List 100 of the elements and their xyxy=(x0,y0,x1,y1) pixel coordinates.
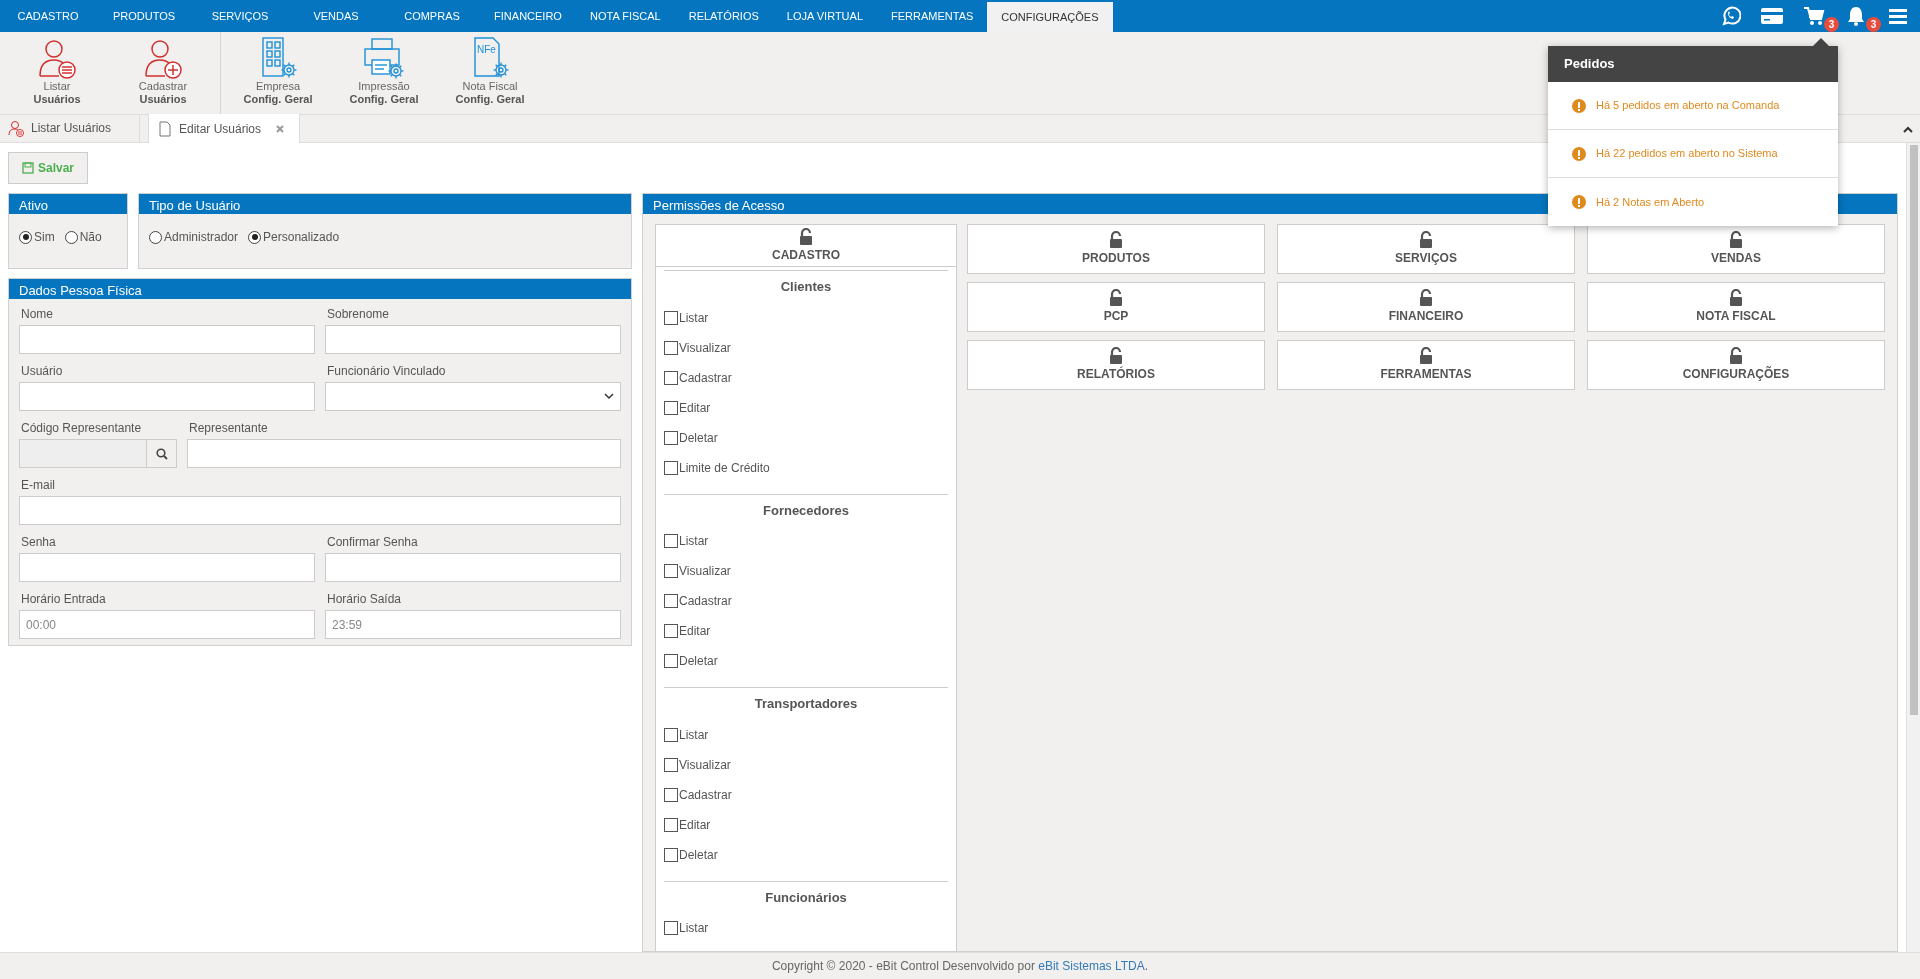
open-lock-icon xyxy=(1418,231,1434,249)
footer-text: Copyright © 2020 - eBit Control Desenvolvido por eBit Sistemas LTDA. xyxy=(771,958,1149,975)
checkbox-option[interactable]: Limite de Crédito xyxy=(664,452,770,483)
module-button[interactable]: NOTA FISCAL xyxy=(1587,282,1885,332)
toolbar-button[interactable]: Cadastrar Usuários xyxy=(110,32,216,114)
checkbox-option[interactable]: Listar xyxy=(664,719,709,750)
menu-tab[interactable]: FINANCEIRO xyxy=(480,0,576,32)
module-button[interactable]: SERVIÇOS xyxy=(1277,224,1575,274)
input-field[interactable] xyxy=(19,439,147,468)
open-lock-icon xyxy=(1728,347,1744,365)
whatsapp-icon[interactable] xyxy=(1719,5,1741,27)
radio-option[interactable]: Administrador xyxy=(149,228,239,246)
printer-gear-icon xyxy=(362,36,406,80)
input-field[interactable]: 23:59 xyxy=(325,610,621,639)
menu-tab[interactable]: FERRAMENTAS xyxy=(877,0,988,32)
warning-icon xyxy=(1572,146,1586,161)
menu-tab[interactable]: CONFIGURAÇÕES xyxy=(987,2,1113,32)
checkbox-option[interactable]: Editar xyxy=(664,392,711,423)
scrollbar[interactable] xyxy=(1906,143,1920,952)
toolbar-button[interactable]: Listar Usuários xyxy=(4,32,110,114)
company-link[interactable]: eBit Sistemas LTDA xyxy=(1038,959,1145,973)
checkbox-option[interactable]: Cadastrar xyxy=(664,779,732,810)
module-button[interactable]: PCP xyxy=(967,282,1265,332)
group-title: Funcionários xyxy=(764,888,848,907)
radio-option[interactable]: Personalizado xyxy=(248,228,340,246)
field-label: Horário Entrada xyxy=(20,591,107,608)
input-field[interactable] xyxy=(325,325,621,354)
credit-card-icon[interactable] xyxy=(1760,5,1784,27)
caret-icon xyxy=(604,393,614,400)
menu-tab[interactable]: RELATÓRIOS xyxy=(674,0,773,32)
menu-tab[interactable]: SERVIÇOS xyxy=(192,0,288,32)
module-button[interactable]: FERRAMENTAS xyxy=(1277,340,1575,390)
select-field[interactable] xyxy=(325,382,621,411)
menu-tab[interactable]: COMPRAS xyxy=(384,0,480,32)
checkbox-option[interactable]: Listar xyxy=(664,302,709,333)
field-label: Código Representante xyxy=(20,420,143,437)
checkbox-option[interactable]: Visualizar xyxy=(664,556,731,586)
toolbar-button[interactable]: NFe Nota Fiscal Config. Geral xyxy=(437,32,543,114)
radio-option[interactable]: Sim xyxy=(19,228,55,246)
menu-tab[interactable]: LOJA VIRTUAL xyxy=(772,0,877,32)
open-lock-icon xyxy=(1418,347,1434,365)
open-lock-icon xyxy=(1108,347,1124,365)
menu-tab[interactable]: CADASTRO xyxy=(0,0,96,32)
panel-header: Dados Pessoa Física xyxy=(9,279,631,299)
toolbar-button[interactable]: Impressão Config. Geral xyxy=(331,32,437,114)
field-label: Nome xyxy=(20,306,54,323)
checkbox-option[interactable]: Editar xyxy=(664,809,711,840)
open-lock-icon xyxy=(798,227,814,246)
checkbox-option[interactable]: Deletar xyxy=(664,646,718,676)
menu-tab[interactable]: PRODUTOS xyxy=(96,0,192,32)
field-label: Horário Saída xyxy=(326,591,403,608)
menu-tab[interactable]: VENDAS xyxy=(288,0,384,32)
open-lock-icon xyxy=(1728,289,1744,307)
input-field[interactable]: 00:00 xyxy=(19,610,315,639)
dropdown-arrow xyxy=(1812,37,1830,47)
checkbox-option[interactable]: Listar xyxy=(664,526,709,556)
group-title: Clientes xyxy=(779,278,833,296)
warning-icon xyxy=(1572,98,1586,113)
module-button[interactable]: CONFIGURAÇÕES xyxy=(1587,340,1885,390)
input-field[interactable] xyxy=(19,325,315,354)
document-icon xyxy=(157,120,173,137)
checkbox-option[interactable]: Visualizar xyxy=(664,332,731,363)
close-icon[interactable] xyxy=(275,123,286,134)
search-icon xyxy=(155,447,168,460)
group-title: Transportadores xyxy=(753,695,859,713)
radio-option[interactable]: Não xyxy=(64,228,102,246)
module-button[interactable]: FINANCEIRO xyxy=(1277,282,1575,332)
input-field[interactable] xyxy=(19,496,621,525)
search-button[interactable] xyxy=(147,439,177,468)
module-button[interactable]: VENDAS xyxy=(1587,224,1885,274)
checkbox-option[interactable]: Visualizar xyxy=(664,749,731,780)
checkbox-option[interactable]: Deletar xyxy=(664,839,718,870)
bell-icon[interactable] xyxy=(1845,5,1867,27)
toolbar-button[interactable]: Empresa Config. Geral xyxy=(225,32,331,114)
field-label: Confirmar Senha xyxy=(326,534,419,551)
page-tab[interactable]: Listar Usuários xyxy=(0,114,140,142)
checkbox-option[interactable]: Listar xyxy=(664,913,709,943)
count-badge: 3 xyxy=(1866,17,1881,32)
floppy-icon xyxy=(22,162,34,174)
checkbox-option[interactable]: Deletar xyxy=(664,422,718,453)
module-button[interactable]: PRODUTOS xyxy=(967,224,1265,274)
panel-header: Ativo xyxy=(9,194,127,214)
cart-icon[interactable] xyxy=(1803,5,1825,27)
panel-header: Tipo de Usuário xyxy=(139,194,631,214)
open-lock-icon xyxy=(1728,231,1744,249)
page-tab[interactable]: Editar Usuários xyxy=(148,114,301,143)
module-button[interactable]: CADASTRO xyxy=(656,225,956,267)
field-label: Sobrenome xyxy=(326,306,391,323)
input-field[interactable] xyxy=(19,553,315,582)
open-lock-icon xyxy=(1418,289,1434,307)
checkbox-option[interactable]: Cadastrar xyxy=(664,362,732,393)
checkbox-option[interactable]: Editar xyxy=(664,616,711,646)
input-field[interactable] xyxy=(325,553,621,582)
input-field[interactable] xyxy=(19,382,315,411)
menu-tab[interactable]: NOTA FISCAL xyxy=(576,0,675,32)
user-list-icon xyxy=(8,119,25,137)
module-button[interactable]: RELATÓRIOS xyxy=(967,340,1265,390)
input-field[interactable] xyxy=(187,439,621,468)
checkbox-option[interactable]: Cadastrar xyxy=(664,586,732,616)
field-label: Usuário xyxy=(20,363,64,380)
